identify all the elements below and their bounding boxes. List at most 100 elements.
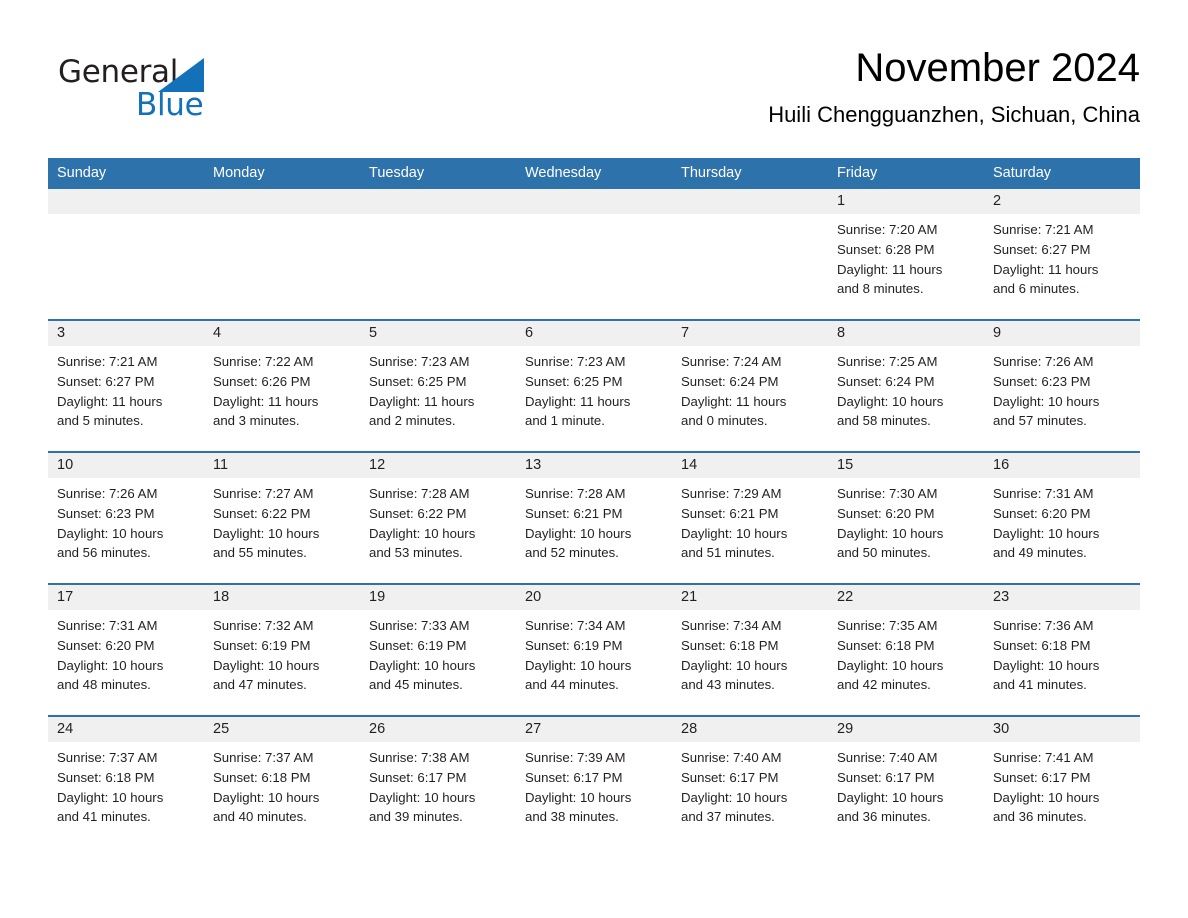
day-cell[interactable]: 15 Sunrise: 7:30 AM Sunset: 6:20 PM Dayligh… <box>828 451 984 584</box>
day-details: Sunrise: 7:39 AM Sunset: 6:17 PM Daylight:… <box>516 742 672 847</box>
day-number: 2 <box>984 189 1140 214</box>
day-cell[interactable]: 1 Sunrise: 7:20 AM Sunset: 6:28 PM Daylight… <box>828 189 984 320</box>
daylight-text-line2: and 47 minutes. <box>213 677 307 693</box>
sunrise-text: Sunrise: 7:23 AM <box>525 354 626 369</box>
day-cell[interactable]: 9 Sunrise: 7:26 AM Sunset: 6:23 PM Daylight… <box>984 319 1140 452</box>
daylight-text-line2: and 5 minutes. <box>57 413 144 429</box>
weekday-header-friday: Friday <box>828 158 984 189</box>
day-cell[interactable]: 6 Sunrise: 7:23 AM Sunset: 6:25 PM Daylight… <box>516 319 672 452</box>
sunset-text: Sunset: 6:17 PM <box>837 769 935 785</box>
daylight-text-line2: and 2 minutes. <box>369 413 456 429</box>
weekday-header-thursday: Thursday <box>672 158 828 189</box>
day-cell[interactable]: 25 Sunrise: 7:37 AM Sunset: 6:18 PM Dayligh… <box>204 715 360 847</box>
day-number: 23 <box>984 585 1140 610</box>
sunrise-text: Sunrise: 7:34 AM <box>525 618 626 633</box>
day-cell[interactable]: 10 Sunrise: 7:26 AM Sunset: 6:23 PM Dayligh… <box>48 451 204 584</box>
sunrise-text: Sunrise: 7:28 AM <box>369 486 470 501</box>
page-title: November 2024 <box>855 46 1140 90</box>
day-details: Sunrise: 7:24 AM Sunset: 6:24 PM Daylight:… <box>672 346 828 451</box>
daylight-text-line2: and 45 minutes. <box>369 677 463 693</box>
sunrise-text: Sunrise: 7:23 AM <box>369 354 470 369</box>
day-cell[interactable]: 19 Sunrise: 7:33 AM Sunset: 6:19 PM Dayligh… <box>360 583 516 716</box>
day-number: 21 <box>672 585 828 610</box>
sunrise-text: Sunrise: 7:31 AM <box>57 618 158 633</box>
day-cell[interactable]: 2 Sunrise: 7:21 AM Sunset: 6:27 PM Daylight… <box>984 189 1140 320</box>
daylight-text-line1: Daylight: 11 hours <box>369 393 475 409</box>
day-number: 3 <box>48 321 204 346</box>
sunrise-text: Sunrise: 7:38 AM <box>369 750 470 765</box>
daylight-text-line2: and 1 minute. <box>525 413 605 429</box>
sunrise-text: Sunrise: 7:27 AM <box>213 486 314 501</box>
daylight-text-line2: and 6 minutes. <box>993 281 1080 297</box>
sunset-text: Sunset: 6:17 PM <box>681 769 779 785</box>
sunset-text: Sunset: 6:17 PM <box>369 769 467 785</box>
sunrise-text: Sunrise: 7:20 AM <box>837 222 938 237</box>
day-details <box>204 214 360 319</box>
day-number: 30 <box>984 717 1140 742</box>
day-number: 5 <box>360 321 516 346</box>
sunset-text: Sunset: 6:18 PM <box>993 637 1091 653</box>
day-cell[interactable]: 12 Sunrise: 7:28 AM Sunset: 6:22 PM Dayligh… <box>360 451 516 584</box>
day-cell[interactable]: 4 Sunrise: 7:22 AM Sunset: 6:26 PM Daylight… <box>204 319 360 452</box>
day-details: Sunrise: 7:23 AM Sunset: 6:25 PM Daylight:… <box>360 346 516 451</box>
daylight-text-line1: Daylight: 10 hours <box>993 525 1100 541</box>
day-cell[interactable]: 22 Sunrise: 7:35 AM Sunset: 6:18 PM Dayligh… <box>828 583 984 716</box>
daylight-text-line1: Daylight: 10 hours <box>57 525 164 541</box>
day-cell[interactable]: 14 Sunrise: 7:29 AM Sunset: 6:21 PM Dayligh… <box>672 451 828 584</box>
day-cell[interactable]: 16 Sunrise: 7:31 AM Sunset: 6:20 PM Dayligh… <box>984 451 1140 584</box>
day-cell-empty <box>672 189 828 320</box>
day-cell[interactable]: 18 Sunrise: 7:32 AM Sunset: 6:19 PM Dayligh… <box>204 583 360 716</box>
day-cell[interactable]: 8 Sunrise: 7:25 AM Sunset: 6:24 PM Daylight… <box>828 319 984 452</box>
day-details <box>360 214 516 319</box>
daylight-text-line1: Daylight: 10 hours <box>525 657 632 673</box>
day-cell[interactable]: 23 Sunrise: 7:36 AM Sunset: 6:18 PM Dayligh… <box>984 583 1140 716</box>
day-number: 18 <box>204 585 360 610</box>
daylight-text-line2: and 44 minutes. <box>525 677 619 693</box>
day-details: Sunrise: 7:34 AM Sunset: 6:18 PM Daylight:… <box>672 610 828 715</box>
day-cell[interactable]: 28 Sunrise: 7:40 AM Sunset: 6:17 PM Dayligh… <box>672 715 828 847</box>
sunset-text: Sunset: 6:22 PM <box>213 505 311 521</box>
day-cell[interactable]: 11 Sunrise: 7:27 AM Sunset: 6:22 PM Dayligh… <box>204 451 360 584</box>
day-cell[interactable]: 17 Sunrise: 7:31 AM Sunset: 6:20 PM Dayligh… <box>48 583 204 716</box>
day-cell[interactable]: 3 Sunrise: 7:21 AM Sunset: 6:27 PM Daylight… <box>48 319 204 452</box>
day-cell[interactable]: 21 Sunrise: 7:34 AM Sunset: 6:18 PM Dayligh… <box>672 583 828 716</box>
sunset-text: Sunset: 6:18 PM <box>213 769 311 785</box>
daylight-text-line2: and 0 minutes. <box>681 413 768 429</box>
day-cell[interactable]: 13 Sunrise: 7:28 AM Sunset: 6:21 PM Dayligh… <box>516 451 672 584</box>
day-cell[interactable]: 20 Sunrise: 7:34 AM Sunset: 6:19 PM Dayligh… <box>516 583 672 716</box>
calendar-body: 1 Sunrise: 7:20 AM Sunset: 6:28 PM Daylight… <box>48 189 1140 847</box>
day-number: 6 <box>516 321 672 346</box>
sunrise-text: Sunrise: 7:39 AM <box>525 750 626 765</box>
day-cell-empty <box>360 189 516 320</box>
daylight-text-line1: Daylight: 10 hours <box>213 525 320 541</box>
calendar-week-row: 17 Sunrise: 7:31 AM Sunset: 6:20 PM Dayligh… <box>48 583 1140 716</box>
day-details: Sunrise: 7:20 AM Sunset: 6:28 PM Daylight:… <box>828 214 984 319</box>
day-cell[interactable]: 26 Sunrise: 7:38 AM Sunset: 6:17 PM Dayligh… <box>360 715 516 847</box>
daylight-text-line2: and 3 minutes. <box>213 413 300 429</box>
sunset-text: Sunset: 6:28 PM <box>837 241 935 257</box>
sunrise-text: Sunrise: 7:36 AM <box>993 618 1094 633</box>
sunrise-text: Sunrise: 7:35 AM <box>837 618 938 633</box>
day-cell[interactable]: 5 Sunrise: 7:23 AM Sunset: 6:25 PM Daylight… <box>360 319 516 452</box>
sunrise-text: Sunrise: 7:25 AM <box>837 354 938 369</box>
sunset-text: Sunset: 6:25 PM <box>369 373 467 389</box>
day-cell[interactable]: 27 Sunrise: 7:39 AM Sunset: 6:17 PM Dayligh… <box>516 715 672 847</box>
sunrise-text: Sunrise: 7:33 AM <box>369 618 470 633</box>
day-details <box>672 214 828 319</box>
day-cell[interactable]: 7 Sunrise: 7:24 AM Sunset: 6:24 PM Daylight… <box>672 319 828 452</box>
day-details: Sunrise: 7:30 AM Sunset: 6:20 PM Daylight:… <box>828 478 984 583</box>
day-details: Sunrise: 7:27 AM Sunset: 6:22 PM Daylight:… <box>204 478 360 583</box>
day-cell[interactable]: 24 Sunrise: 7:37 AM Sunset: 6:18 PM Dayligh… <box>48 715 204 847</box>
sunset-text: Sunset: 6:19 PM <box>525 637 623 653</box>
sunset-text: Sunset: 6:20 PM <box>57 637 155 653</box>
sunset-text: Sunset: 6:19 PM <box>213 637 311 653</box>
general-blue-logo[interactable]: General Blue <box>58 54 258 134</box>
calendar-week-row: 3 Sunrise: 7:21 AM Sunset: 6:27 PM Daylight… <box>48 319 1140 452</box>
sunrise-text: Sunrise: 7:40 AM <box>837 750 938 765</box>
daylight-text-line1: Daylight: 10 hours <box>525 525 632 541</box>
day-details: Sunrise: 7:34 AM Sunset: 6:19 PM Daylight:… <box>516 610 672 715</box>
day-cell[interactable]: 30 Sunrise: 7:41 AM Sunset: 6:17 PM Dayligh… <box>984 715 1140 847</box>
daylight-text-line2: and 41 minutes. <box>993 677 1087 693</box>
day-cell[interactable]: 29 Sunrise: 7:40 AM Sunset: 6:17 PM Dayligh… <box>828 715 984 847</box>
daylight-text-line2: and 36 minutes. <box>837 809 931 825</box>
